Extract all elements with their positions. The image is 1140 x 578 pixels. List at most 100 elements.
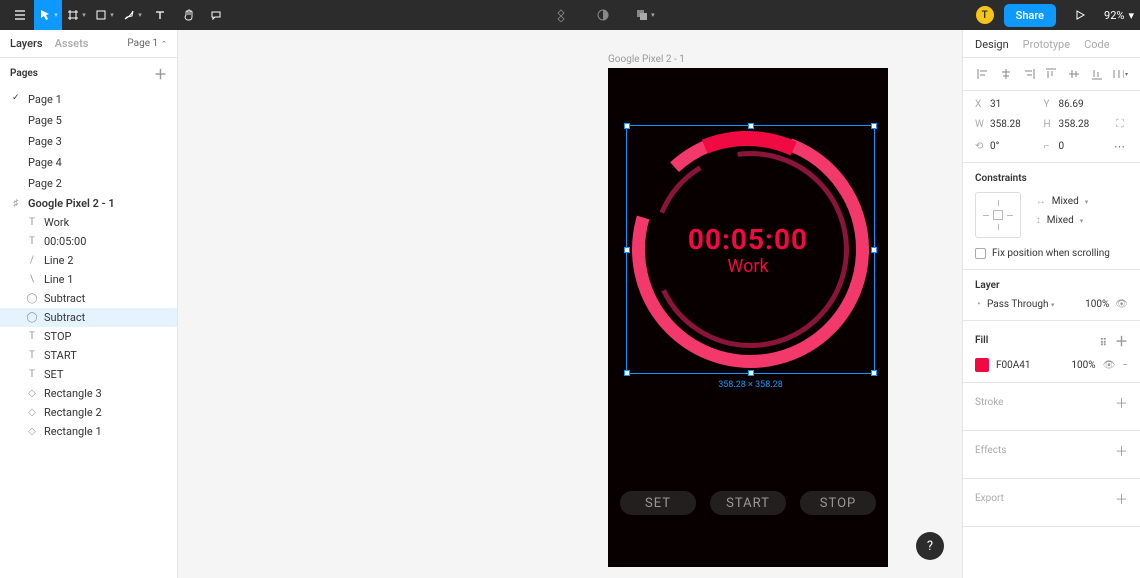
add-effect-button[interactable]: ＋ [1115,441,1128,460]
move-tool[interactable]: ▾ [34,0,62,30]
share-button[interactable]: Share [1004,4,1056,27]
constraint-box[interactable] [975,192,1021,238]
shape-tool[interactable]: ▾ [90,0,118,30]
layer-label: Line 2 [44,254,73,267]
add-export-button[interactable]: ＋ [1115,489,1128,508]
h-field[interactable]: H358.28 [1044,119,1105,130]
remove-fill-icon[interactable]: − [1122,360,1128,371]
frame-tool[interactable]: ▾ [62,0,90,30]
component-icon[interactable] [547,0,575,30]
selection-handle[interactable] [624,123,630,129]
page-item[interactable]: Page 5 [0,110,177,131]
selection-handle[interactable] [748,370,754,376]
layer-item[interactable]: TWork [0,213,177,232]
selection-handle[interactable] [624,247,630,253]
layer-type-icon: ◯ [26,293,38,305]
visibility-icon[interactable]: 👁 [1115,299,1128,310]
add-stroke-button[interactable]: ＋ [1115,393,1128,412]
text-tool[interactable] [146,0,174,30]
canvas[interactable]: Google Pixel 2 - 1 00:05:00 Work SET STA… [178,30,962,578]
constraint-v-select[interactable]: ↕Mixed▾ [1036,215,1088,226]
layer-item[interactable]: TSET [0,365,177,384]
stroke-header: Stroke [975,397,1003,408]
boolean-icon[interactable]: ▾ [631,0,659,30]
radius-field[interactable]: ⌐0 [1044,141,1105,152]
layer-type-icon: T [26,236,38,248]
comment-tool[interactable] [202,0,230,30]
mask-icon[interactable] [589,0,617,30]
layer-item[interactable]: ◇Rectangle 1 [0,422,177,441]
hamburger-icon[interactable] [6,0,34,30]
tab-assets[interactable]: Assets [55,37,89,50]
more-icon[interactable]: ⋯ [1112,138,1128,154]
page-item[interactable]: Page 4 [0,152,177,173]
selection-handle[interactable] [871,370,877,376]
effects-header: Effects [975,445,1006,456]
selection-handle[interactable] [748,123,754,129]
layer-item[interactable]: TSTOP [0,327,177,346]
layer-item[interactable]: \Line 1 [0,270,177,289]
align-hcenter-icon[interactable] [998,66,1014,82]
layer-label: Line 1 [44,273,73,286]
present-icon[interactable] [1066,0,1094,30]
blend-mode-select[interactable]: Pass Through ▾ [987,299,1079,310]
w-field[interactable]: W358.28 [975,119,1036,130]
fill-visibility-icon[interactable]: 👁 [1103,360,1116,371]
stop-button[interactable]: STOP [800,491,876,515]
align-right-icon[interactable] [1021,66,1037,82]
layer-item[interactable]: TSTART [0,346,177,365]
selection-handle[interactable] [624,370,630,376]
page-item[interactable]: Page 1 [0,89,177,110]
y-field[interactable]: Y86.69 [1044,99,1105,110]
tab-layers[interactable]: Layers [10,37,43,50]
align-top-icon[interactable] [1043,66,1059,82]
pen-tool[interactable]: ▾ [118,0,146,30]
layer-label: 00:05:00 [44,235,86,248]
canvas-frame-label[interactable]: Google Pixel 2 - 1 [608,54,685,65]
design-frame[interactable]: 00:05:00 Work SET START STOP 358.28 × 35… [608,68,888,567]
layer-type-icon: ◇ [26,388,38,400]
layer-label: Work [44,216,69,229]
constraint-h-select[interactable]: ↔Mixed▾ [1036,196,1088,207]
align-bottom-icon[interactable] [1089,66,1105,82]
layer-label: Subtract [44,292,85,305]
x-field[interactable]: X31 [975,99,1036,110]
zoom-level[interactable]: 92%▾ [1104,9,1134,22]
fill-opacity-field[interactable]: 100% [1071,360,1095,371]
layer-item[interactable]: / Line 2 [0,251,177,270]
set-button[interactable]: SET [620,491,696,515]
layer-type-icon: T [26,350,38,362]
add-page-button[interactable]: ＋ [154,64,167,83]
start-button[interactable]: START [710,491,786,515]
layer-item[interactable]: ◇Rectangle 2 [0,403,177,422]
tab-prototype[interactable]: Prototype [1023,38,1070,51]
selection-handle[interactable] [871,247,877,253]
fill-hex-field[interactable]: F00A41 [996,360,1031,371]
help-button[interactable]: ? [916,532,944,560]
distribute-icon[interactable]: ▾ [1112,66,1128,82]
layer-item[interactable]: ◯ Subtract [0,289,177,308]
layer-item[interactable]: T 00:05:00 [0,232,177,251]
layer-item[interactable]: ◇Rectangle 3 [0,384,177,403]
layer-item[interactable]: ◯Subtract [0,308,177,327]
hand-tool[interactable] [174,0,202,30]
align-left-icon[interactable] [975,66,991,82]
selection-box[interactable]: 358.28 × 358.28 [626,125,875,374]
link-wh-icon[interactable]: ⛶ [1112,116,1128,132]
layer-type-icon: / [26,255,38,267]
fill-swatch[interactable] [975,358,989,372]
selection-handle[interactable] [871,123,877,129]
layer-opacity-field[interactable]: 100% [1085,299,1109,310]
fill-style-icon[interactable]: ⠿ [1100,338,1107,349]
page-item[interactable]: Page 2 [0,173,177,194]
add-fill-button[interactable]: ＋ [1115,335,1128,350]
fix-position-checkbox[interactable]: Fix position when scrolling [975,248,1128,259]
rotation-field[interactable]: ⟲0° [975,141,1036,152]
align-vcenter-icon[interactable] [1066,66,1082,82]
tab-code[interactable]: Code [1084,38,1109,51]
avatar[interactable]: T [976,6,994,24]
page-selector[interactable]: Page 1 ⌃ [127,38,167,49]
frame-layer[interactable]: ♯ Google Pixel 2 - 1 [0,194,177,213]
tab-design[interactable]: Design [975,38,1009,51]
page-item[interactable]: Page 3 [0,131,177,152]
